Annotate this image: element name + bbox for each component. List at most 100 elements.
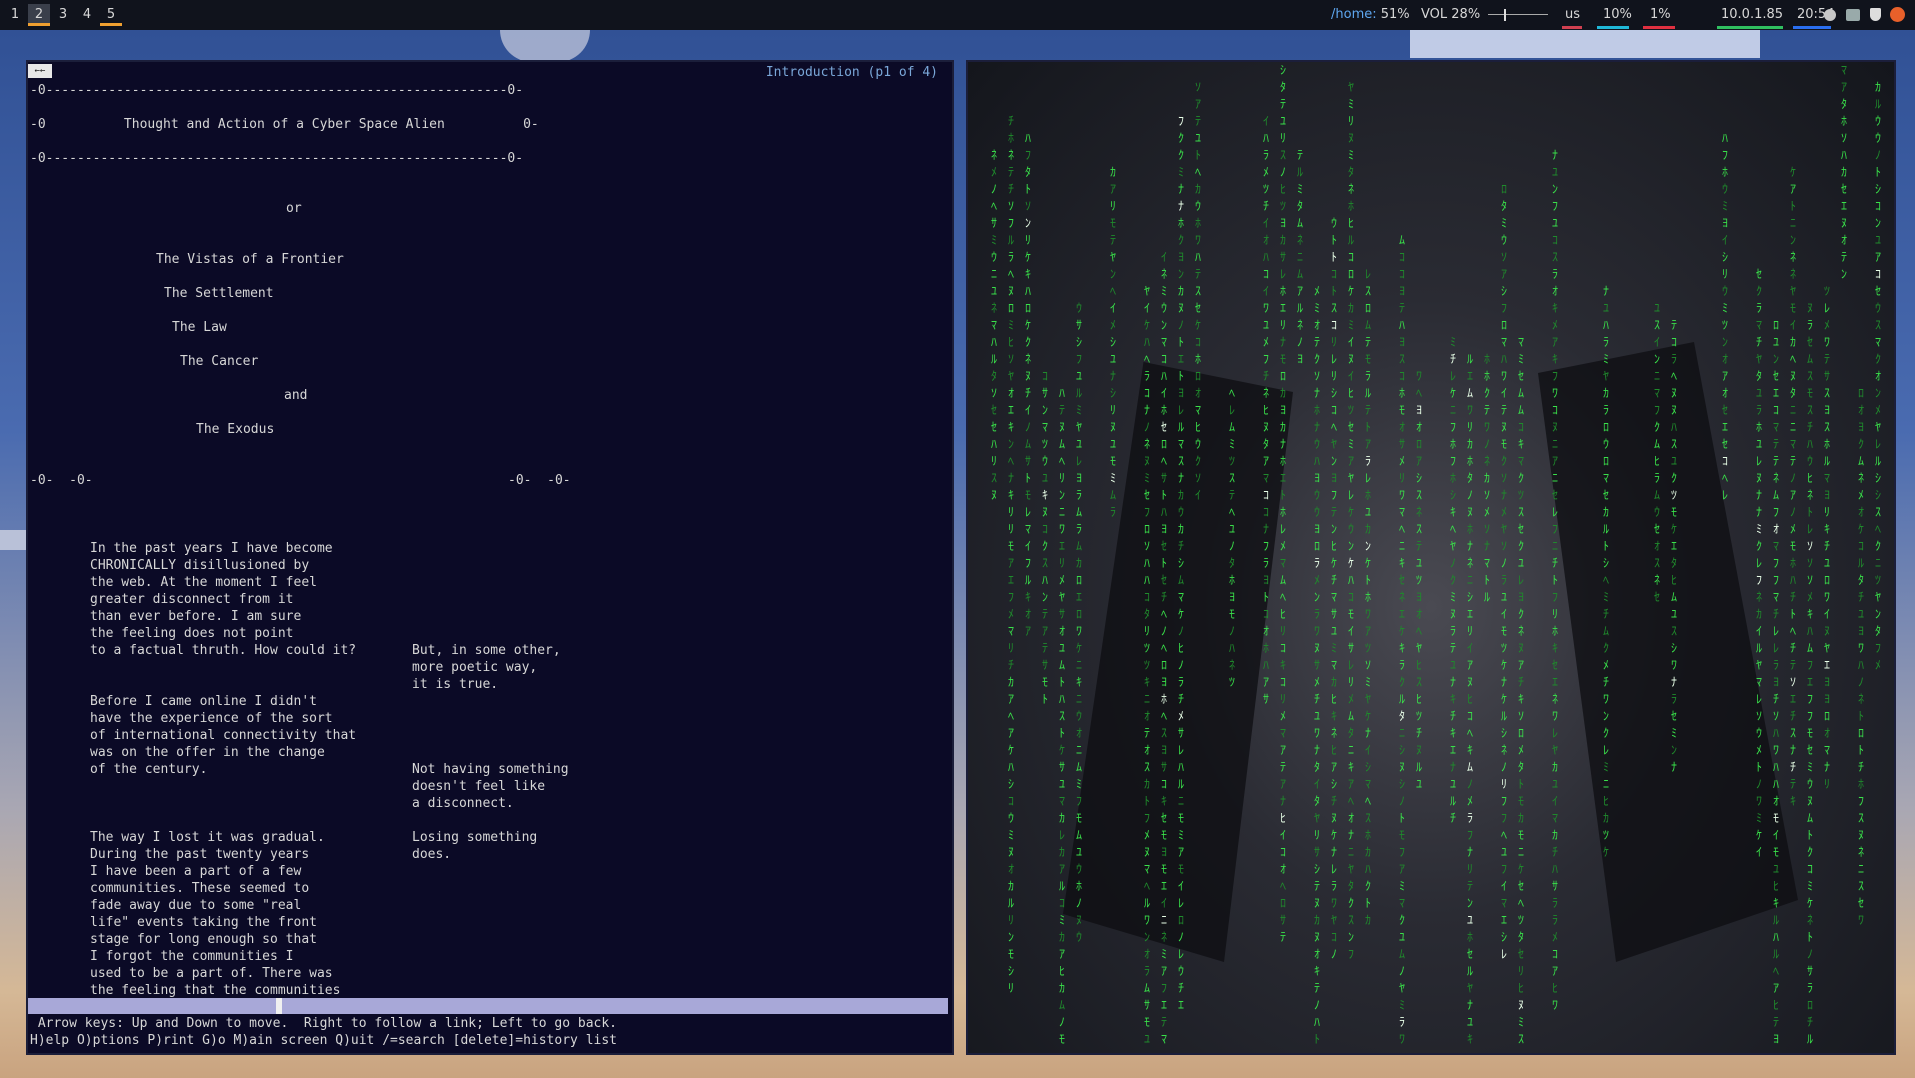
matrix-glyph: ﾜ [1399,1032,1405,1046]
subtitle-line: The Vistas of a Frontier [156,252,344,267]
matrix-glyph: ｱ [1280,777,1286,791]
matrix-glyph: ﾑ [1671,590,1677,604]
matrix-glyph: ﾘ [1824,777,1830,791]
matrix-glyph: ﾍ [1331,420,1337,434]
text-browser-window[interactable]: ←← Introduction (p1 of 4) -0------------… [26,60,954,1055]
matrix-glyph: ｲ [1161,386,1167,400]
matrix-glyph: ﾀ [1756,369,1762,383]
keyboard-layout[interactable]: us [1565,7,1580,22]
matrix-glyph: ﾊ [1059,386,1065,400]
matrix-glyph: ﾉ [1178,318,1184,332]
matrix-glyph: ﾋ [1280,811,1286,825]
matrix-glyph: ﾄ [1144,794,1150,808]
matrix-glyph: ﾈ [1654,573,1660,587]
matrix-glyph: ｸ [1671,471,1677,485]
matrix-glyph: ﾑ [1025,437,1031,451]
matrix-glyph: ﾜ [1773,743,1779,757]
matrix-glyph: ﾙ [1008,233,1014,247]
matrix-glyph: ﾙ [1875,454,1881,468]
matrix-glyph: ﾍ [1348,794,1354,808]
matrix-glyph: ﾀ [1399,709,1405,723]
back-arrow-icon[interactable]: ←← [28,64,52,78]
matrix-glyph: ﾃ [1195,114,1201,128]
header-rule-top: -0--------------------------------------… [30,83,524,98]
matrix-glyph: ﾑ [1076,760,1082,774]
matrix-glyph: ﾚ [1807,522,1813,536]
matrix-terminal-window[interactable]: ﾈﾒﾉﾍｻﾐｳﾆﾕﾈﾏﾊﾙﾀｿｾｾﾊﾘｽﾇﾁﾎﾈﾃﾁｿﾌﾙﾗﾍﾇﾛﾐﾋｿﾔｵｴｷ… [966,60,1896,1055]
matrix-glyph: ﾌ [1552,369,1558,383]
matrix-glyph: ﾄ [1875,165,1881,179]
matrix-glyph: ﾉ [1858,675,1864,689]
matrix-glyph: ｸ [1875,352,1881,366]
matrix-glyph: ﾇ [1042,505,1048,519]
matrix-glyph: ｼ [1467,590,1473,604]
matrix-glyph: ﾝ [1314,590,1320,604]
matrix-glyph: ﾂ [1042,437,1048,451]
matrix-glyph: ｶ [1365,845,1371,859]
matrix-glyph: ｹ [1501,658,1507,672]
matrix-glyph: ﾀ [1263,437,1269,451]
workspace-1[interactable]: 1 [4,4,26,26]
matrix-glyph: ｳ [1314,437,1320,451]
matrix-glyph: ｾ [1841,182,1847,196]
workspace-4[interactable]: 4 [76,4,98,26]
matrix-glyph: ｹ [1025,318,1031,332]
matrix-glyph: ﾍ [1144,879,1150,893]
matrix-glyph: ﾆ [1875,556,1881,570]
pause-icon[interactable] [1824,9,1836,21]
volume-slider-knob[interactable] [1504,9,1506,21]
shield-icon[interactable] [1870,8,1881,21]
matrix-glyph: ｽ [1671,624,1677,638]
matrix-glyph: ｺ [1348,250,1354,264]
volume-slider[interactable] [1488,14,1548,15]
matrix-glyph: ｸ [1518,607,1524,621]
matrix-glyph: ﾏ [1331,590,1337,604]
matrix-glyph: ﾜ [1756,794,1762,808]
matrix-glyph: ｺ [1161,352,1167,366]
matrix-glyph: ﾂ [1875,573,1881,587]
workspace-3[interactable]: 3 [52,4,74,26]
matrix-glyph: ﾀ [1280,80,1286,94]
matrix-glyph: ﾊ [991,437,997,451]
matrix-glyph: ﾌ [1076,352,1082,366]
matrix-glyph: ﾎ [1841,114,1847,128]
matrix-glyph: ﾔ [1110,250,1116,264]
matrix-glyph: ﾘ [1059,471,1065,485]
matrix-glyph: ﾝ [1025,216,1031,230]
matrix-glyph: ｲ [1756,624,1762,638]
matrix-glyph: ｼ [1365,760,1371,774]
matrix-glyph: ｶ [1875,80,1881,94]
matrix-glyph: ﾕ [1773,862,1779,876]
matrix-glyph: ﾁ [1008,114,1014,128]
matrix-glyph: ﾏ [1552,811,1558,825]
matrix-glyph: ﾁ [1263,369,1269,383]
window-icon[interactable] [1846,9,1860,21]
close-circle-icon[interactable] [1890,7,1905,22]
matrix-glyph: ﾁ [1331,573,1337,587]
matrix-glyph: ｵ [1195,386,1201,400]
matrix-glyph: ﾄ [1263,590,1269,604]
matrix-glyph: ｿ [1314,369,1320,383]
matrix-glyph: ﾗ [1110,505,1116,519]
matrix-glyph: ﾄ [1790,607,1796,621]
matrix-glyph: ﾕ [1671,454,1677,468]
matrix-glyph: ﾏ [1875,335,1881,349]
matrix-glyph: ﾔ [1365,692,1371,706]
matrix-glyph: ﾈ [1161,267,1167,281]
matrix-glyph: ｲ [1467,641,1473,655]
matrix-glyph: ﾝ [1603,709,1609,723]
matrix-glyph: ﾎ [1008,131,1014,145]
matrix-glyph: ﾈ [1773,471,1779,485]
matrix-glyph: ｴ [1671,539,1677,553]
matrix-glyph: ﾝ [1008,437,1014,451]
workspace-2[interactable]: 2 [28,4,50,26]
matrix-glyph: ｵ [1263,624,1269,638]
workspace-5[interactable]: 5 [100,4,122,26]
matrix-glyph: ﾍ [1229,386,1235,400]
matrix-glyph: ｹ [1756,828,1762,842]
matrix-glyph: ﾏ [1399,505,1405,519]
matrix-glyph: ﾓ [1348,607,1354,621]
body-text-line: the feeling does not point [90,626,294,641]
matrix-glyph: ｺ [1807,862,1813,876]
matrix-glyph: ｽ [1280,148,1286,162]
